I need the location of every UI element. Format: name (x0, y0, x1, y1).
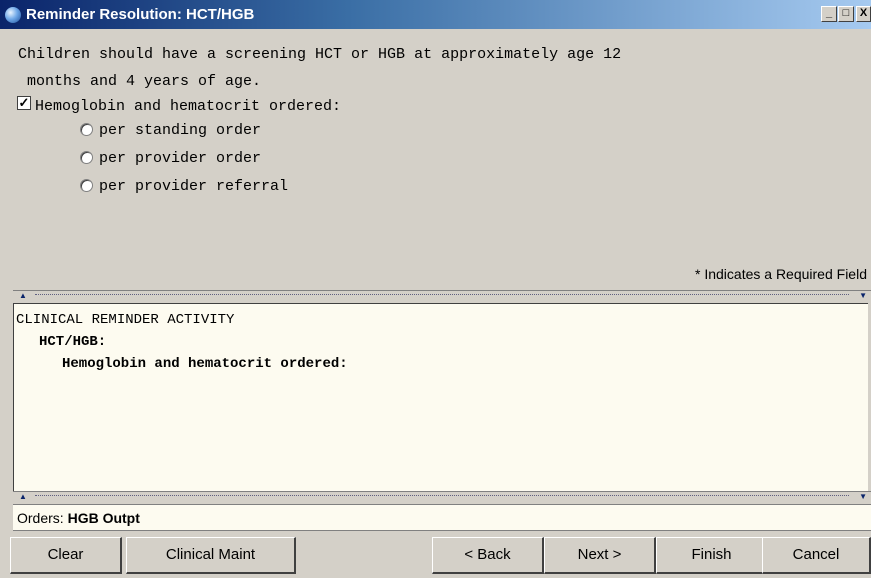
maximize-button[interactable]: □ (838, 6, 854, 22)
radio-provider-referral-label[interactable]: per provider referral (99, 178, 288, 195)
activity-header: CLINICAL REMINDER ACTIVITY (16, 312, 235, 328)
radio-standing-order-label[interactable]: per standing order (99, 122, 261, 139)
splitter-dots (35, 495, 849, 496)
clinical-maint-button[interactable]: Clinical Maint (126, 537, 296, 574)
up-arrow-icon: ▲ (19, 291, 27, 300)
clear-button[interactable]: Clear (10, 537, 122, 574)
radio-provider-referral[interactable] (80, 179, 93, 192)
orders-label: Orders: (17, 510, 64, 526)
orders-value: HGB Outpt (67, 510, 140, 526)
title-bar: Reminder Resolution: HCT/HGB _ □ X (0, 0, 871, 29)
orders-panel: Orders: HGB Outpt (13, 504, 871, 531)
down-arrow-icon: ▼ (859, 291, 867, 300)
finish-button[interactable]: Finish (656, 537, 768, 574)
orders-line: Orders: HGB Outpt (17, 510, 140, 526)
hgb-hct-ordered-label[interactable]: Hemoglobin and hematocrit ordered: (35, 98, 341, 115)
activity-panel[interactable]: CLINICAL REMINDER ACTIVITY HCT/HGB: Hemo… (13, 303, 868, 491)
down-arrow-icon: ▼ (859, 492, 867, 501)
close-button[interactable]: X (856, 6, 871, 22)
app-icon (5, 7, 21, 23)
activity-sub-item: Hemoglobin and hematocrit ordered: (62, 356, 348, 372)
window-title: Reminder Resolution: HCT/HGB (26, 6, 255, 23)
radio-provider-order[interactable] (80, 151, 93, 164)
radio-standing-order[interactable] (80, 123, 93, 136)
back-button[interactable]: < Back (432, 537, 544, 574)
next-button[interactable]: Next > (544, 537, 656, 574)
intro-text-line-2: months and 4 years of age. (18, 73, 262, 90)
cancel-button[interactable]: Cancel (762, 537, 871, 574)
minimize-button[interactable]: _ (821, 6, 837, 22)
lower-splitter[interactable]: ▲ ▼ (13, 491, 871, 502)
splitter-dots (35, 294, 849, 295)
activity-item: HCT/HGB: (39, 334, 107, 350)
required-field-note: * Indicates a Required Field (695, 266, 867, 282)
up-arrow-icon: ▲ (19, 492, 27, 501)
upper-splitter[interactable]: ▲ ▼ (13, 290, 871, 301)
intro-text-line-1: Children should have a screening HCT or … (18, 46, 622, 63)
hgb-hct-ordered-checkbox[interactable]: ✓ (17, 96, 31, 110)
radio-provider-order-label[interactable]: per provider order (99, 150, 261, 167)
